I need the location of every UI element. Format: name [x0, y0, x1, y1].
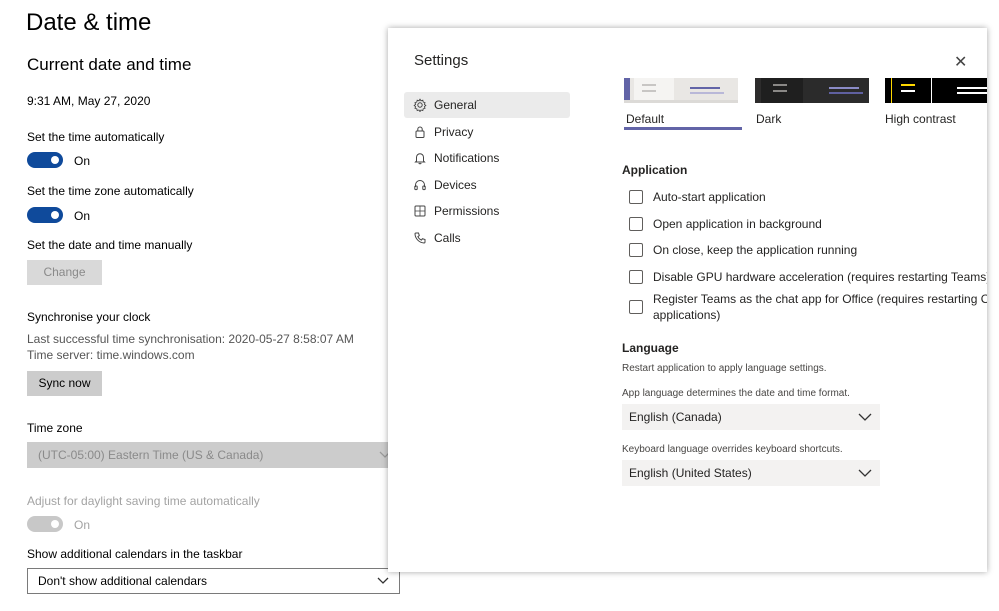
theme-high-contrast-thumbnail[interactable] [885, 78, 987, 103]
settings-dialog: Settings ✕ General Privacy Notifications… [388, 28, 987, 572]
auto-time-state: On [74, 154, 91, 168]
nav-label: Privacy [434, 125, 474, 139]
time-zone-label: Time zone [27, 421, 83, 435]
dst-toggle[interactable] [27, 516, 63, 532]
auto-zone-state: On [74, 209, 91, 223]
calendars-select[interactable]: Don't show additional calendars [27, 568, 400, 594]
nav-item-calls[interactable]: Calls [404, 225, 570, 251]
language-heading: Language [622, 341, 679, 355]
nav-item-notifications[interactable]: Notifications [404, 145, 570, 171]
last-sync-text: Last successful time synchronisation: 20… [27, 332, 354, 346]
app-language-select[interactable]: English (Canada) [622, 404, 880, 430]
page-title: Date & time [26, 9, 152, 36]
headset-icon [414, 180, 426, 191]
manual-label: Set the date and time manually [27, 238, 193, 252]
checkbox-label[interactable]: Disable GPU hardware acceleration (requi… [653, 270, 987, 284]
checkbox-auto-start[interactable] [629, 190, 643, 204]
dst-state: On [74, 518, 91, 532]
current-datetime: 9:31 AM, May 27, 2020 [27, 94, 151, 108]
date-time-settings-page: Date & time Current date and time 9:31 A… [0, 0, 420, 611]
section-title: Current date and time [27, 55, 192, 74]
dialog-title: Settings [414, 52, 469, 69]
theme-high-contrast-label[interactable]: High contrast [885, 112, 956, 126]
dst-label: Adjust for daylight saving time automati… [27, 494, 260, 508]
change-button[interactable]: Change [27, 260, 102, 285]
theme-selected-indicator [624, 127, 742, 130]
checkbox-keep-running[interactable] [629, 243, 643, 257]
sync-now-button[interactable]: Sync now [27, 371, 102, 396]
lock-icon [415, 126, 425, 138]
checkbox-register-chat-app[interactable] [629, 300, 643, 314]
keyboard-language-note: Keyboard language overrides keyboard sho… [622, 444, 843, 455]
checkbox-open-background[interactable] [629, 217, 643, 231]
nav-label: Calls [434, 231, 461, 245]
chevron-down-icon [858, 413, 872, 421]
checkbox-label[interactable]: Auto-start application [653, 190, 766, 204]
checkbox-disable-gpu[interactable] [629, 270, 643, 284]
checkbox-label[interactable]: On close, keep the application running [653, 243, 857, 257]
shield-icon [414, 205, 426, 217]
auto-zone-toggle[interactable] [27, 207, 63, 223]
restart-note: Restart application to apply language se… [622, 363, 827, 374]
nav-item-general[interactable]: General [404, 92, 570, 118]
gear-icon [413, 98, 427, 112]
calendars-value: Don't show additional calendars [38, 574, 208, 588]
nav-item-privacy[interactable]: Privacy [404, 119, 570, 145]
theme-dark-thumbnail[interactable] [755, 78, 869, 103]
checkbox-label[interactable]: Open application in background [653, 217, 822, 231]
theme-default-thumbnail[interactable] [624, 78, 738, 103]
keyboard-language-select[interactable]: English (United States) [622, 460, 880, 486]
theme-dark-label[interactable]: Dark [756, 112, 781, 126]
application-heading: Application [622, 163, 688, 177]
time-server-text: Time server: time.windows.com [27, 348, 195, 362]
keyboard-language-value: English (United States) [629, 466, 752, 480]
bell-icon [414, 153, 426, 165]
nav-label: Notifications [434, 151, 500, 165]
nav-label: Devices [434, 178, 477, 192]
nav-item-devices[interactable]: Devices [404, 172, 570, 198]
phone-icon [414, 232, 426, 244]
checkbox-label-continued[interactable]: applications) [653, 308, 720, 322]
calendars-label: Show additional calendars in the taskbar [27, 547, 243, 561]
theme-default-label[interactable]: Default [626, 112, 664, 126]
auto-zone-label: Set the time zone automatically [27, 184, 194, 198]
checkbox-label[interactable]: Register Teams as the chat app for Offic… [653, 292, 987, 306]
nav-item-permissions[interactable]: Permissions [404, 198, 570, 224]
time-zone-select[interactable]: (UTC-05:00) Eastern Time (US & Canada) [27, 442, 402, 468]
sync-title: Synchronise your clock [27, 310, 151, 324]
chevron-down-icon [377, 577, 389, 584]
auto-time-label: Set the time automatically [27, 130, 165, 144]
nav-label: Permissions [434, 204, 500, 218]
close-icon[interactable]: ✕ [954, 52, 967, 72]
chevron-down-icon [858, 469, 872, 477]
nav-label: General [434, 98, 477, 112]
auto-time-toggle[interactable] [27, 152, 63, 168]
app-language-note: App language determines the date and tim… [622, 388, 850, 399]
app-language-value: English (Canada) [629, 410, 722, 424]
time-zone-value: (UTC-05:00) Eastern Time (US & Canada) [38, 448, 264, 462]
